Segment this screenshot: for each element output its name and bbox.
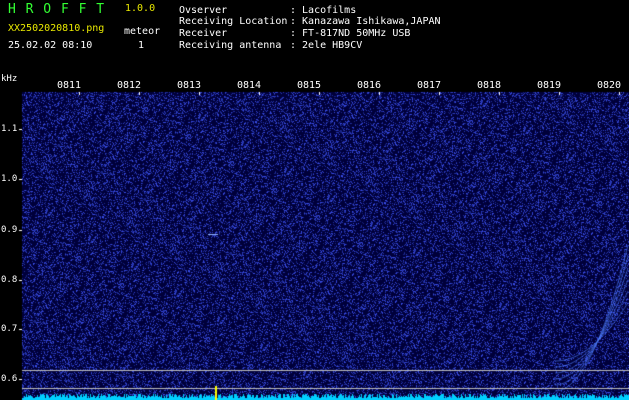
x-tick-label: 0811 — [57, 80, 82, 91]
x-tick-label: 0814 — [237, 80, 262, 91]
meteor-label: meteor — [124, 26, 161, 37]
header-panel: H R O F F T 1.0.0 XX2502020810.png 25.02… — [0, 0, 629, 76]
app-version: 1.0.0 — [125, 3, 156, 14]
spectrogram-plot: kHz 1.1 1.0 0.9 0.8 0.7 0.6 0811 0812 08… — [0, 74, 629, 400]
location-label: Receiving Location — [179, 16, 288, 27]
x-tick-label: 0817 — [417, 80, 442, 91]
x-tick-label: 0819 — [537, 80, 562, 91]
receiver-value: : FT-817ND 50MHz USB — [290, 28, 411, 39]
y-tick-label: 0.8 — [1, 275, 18, 285]
receiver-label: Receiver — [179, 28, 228, 39]
y-tick-label: 1.0 — [1, 174, 18, 184]
file-datetime: 25.02.02 08:10 — [8, 40, 93, 51]
app-title: H R O F F T — [8, 2, 106, 17]
antenna-label: Receiving antenna — [179, 40, 282, 51]
location-value: : Kanazawa Ishikawa,JAPAN — [290, 16, 441, 27]
x-tick-label: 0815 — [297, 80, 322, 91]
antenna-value: : 2ele HB9CV — [290, 40, 363, 51]
x-tick-label: 0813 — [177, 80, 202, 91]
file-name: XX2502020810.png — [8, 23, 105, 34]
x-tick-label: 0820 — [597, 80, 622, 91]
x-tick-label: 0816 — [357, 80, 382, 91]
y-tick-label: 0.7 — [1, 324, 18, 334]
spectrogram-canvas — [0, 76, 629, 400]
y-axis-unit: kHz — [1, 74, 18, 84]
meteor-count: 1 — [138, 40, 145, 51]
y-tick-label: 0.9 — [1, 225, 18, 235]
y-tick-label: 0.6 — [1, 374, 18, 384]
x-tick-label: 0812 — [117, 80, 142, 91]
observer-label: Ovserver — [179, 5, 228, 16]
x-tick-label: 0818 — [477, 80, 502, 91]
y-tick-label: 1.1 — [1, 124, 18, 134]
observer-value: : Lacofilms — [290, 5, 357, 16]
